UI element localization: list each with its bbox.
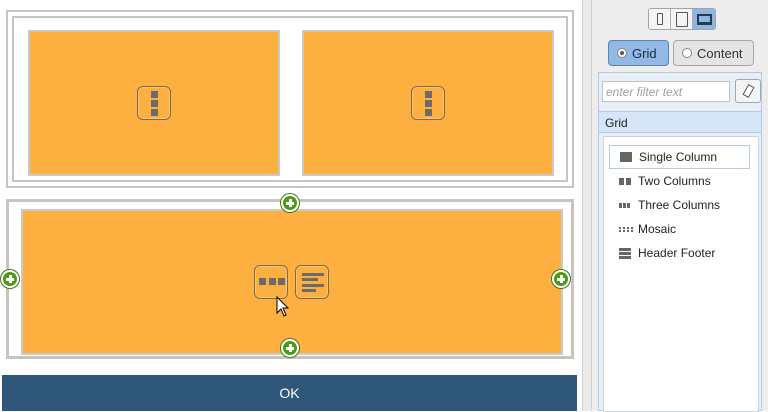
- list-item-single-column[interactable]: Single Column: [609, 145, 750, 169]
- mouse-cursor-icon: [276, 296, 290, 317]
- single-column-icon: [620, 152, 633, 162]
- list-item-label: Mosaic: [638, 222, 677, 236]
- list-item-label: Two Columns: [638, 174, 711, 188]
- three-column-layout-icon: [259, 278, 285, 285]
- grid-mode-button[interactable]: Grid: [608, 40, 669, 66]
- grid-row-1-inner: [12, 16, 568, 182]
- tablet-icon: [675, 11, 688, 27]
- content-mode-label: Content: [697, 45, 743, 61]
- list-item-label: Header Footer: [638, 246, 716, 260]
- header-footer-icon: [619, 247, 632, 259]
- list-item-header-footer[interactable]: Header Footer: [609, 241, 750, 265]
- phone-icon: [656, 13, 663, 25]
- radio-selected-icon: [617, 48, 627, 58]
- desktop-icon: [696, 13, 712, 25]
- vertical-bars-icon: [151, 91, 158, 116]
- eraser-icon: [741, 84, 755, 98]
- cell-layout-button[interactable]: [137, 86, 171, 120]
- list-item-mosaic[interactable]: Mosaic: [609, 217, 750, 241]
- content-layout-button[interactable]: [295, 265, 329, 299]
- grid-row-2[interactable]: [6, 199, 574, 359]
- filter-panel: Grid Single Column Two Columns Three Col…: [598, 72, 762, 412]
- two-columns-icon: [619, 177, 632, 185]
- tablet-view-button[interactable]: [671, 9, 693, 29]
- ok-button[interactable]: OK: [2, 375, 577, 411]
- vertical-bars-icon: [425, 91, 432, 116]
- phone-view-button[interactable]: [649, 9, 671, 29]
- text-lines-icon: [302, 273, 324, 292]
- grid-mode-label: Grid: [632, 45, 657, 61]
- cell-layout-button[interactable]: [411, 86, 445, 120]
- list-item-label: Three Columns: [638, 198, 721, 212]
- mosaic-icon: [619, 226, 633, 232]
- panel-splitter[interactable]: [582, 0, 592, 411]
- add-row-above-icon[interactable]: [281, 194, 299, 212]
- list-item-two-columns[interactable]: Two Columns: [609, 169, 750, 193]
- add-row-below-icon[interactable]: [281, 339, 299, 357]
- add-column-right-icon[interactable]: [552, 270, 570, 288]
- three-columns-icon: [619, 202, 632, 208]
- device-toggle-group: [648, 8, 716, 30]
- layout-list: Single Column Two Columns Three Columns …: [603, 136, 759, 412]
- grid-cell-3[interactable]: [21, 209, 563, 355]
- filter-input[interactable]: [602, 81, 730, 102]
- grid-cell-1[interactable]: [28, 30, 280, 176]
- desktop-view-button[interactable]: [693, 9, 715, 29]
- list-item-three-columns[interactable]: Three Columns: [609, 193, 750, 217]
- grid-row-1[interactable]: [6, 10, 574, 188]
- add-column-left-icon[interactable]: [1, 270, 19, 288]
- section-header: Grid: [599, 111, 761, 133]
- grid-cell-2[interactable]: [302, 30, 554, 176]
- layout-panel: Grid Content Grid Single Column Two Colu…: [592, 0, 768, 412]
- radio-unselected-icon: [682, 48, 692, 58]
- clear-filter-button[interactable]: [735, 79, 761, 103]
- layout-canvas: OK: [0, 0, 582, 411]
- list-item-label: Single Column: [639, 150, 718, 164]
- column-layout-button[interactable]: [254, 265, 288, 299]
- content-mode-button[interactable]: Content: [673, 40, 754, 66]
